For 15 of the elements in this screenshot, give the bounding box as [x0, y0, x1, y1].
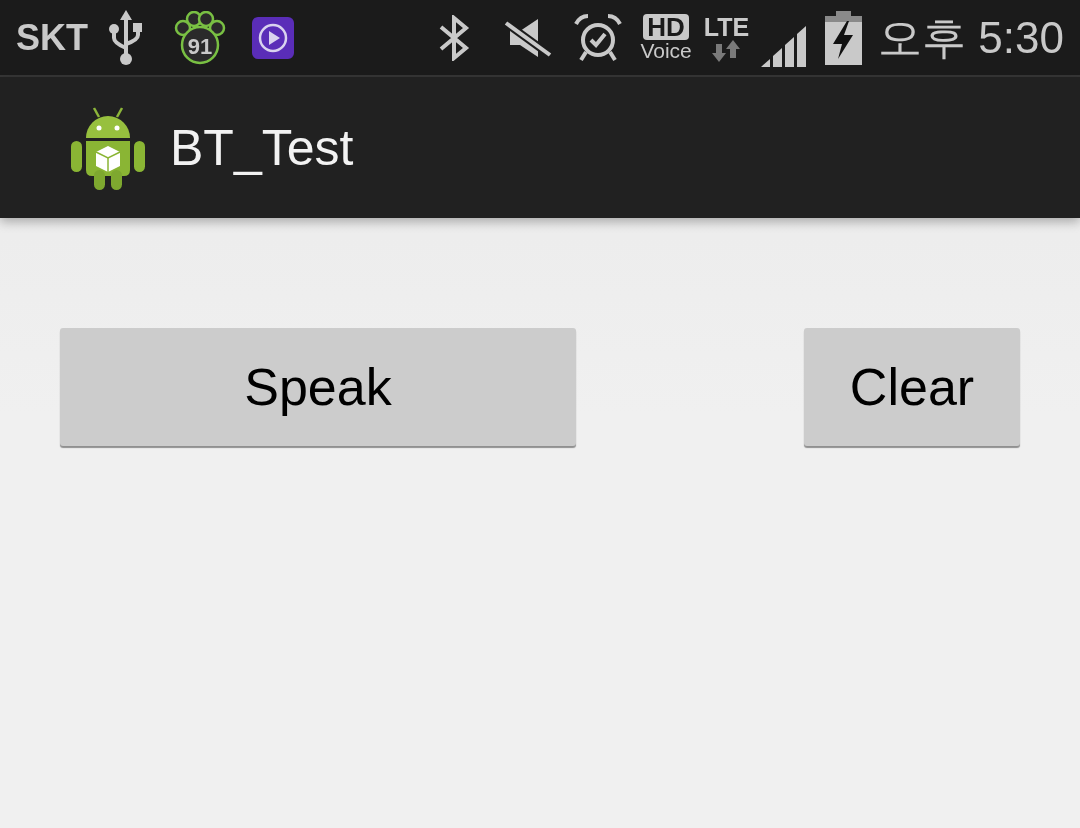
network-type-label: LTE	[703, 13, 750, 40]
charging-battery-icon	[825, 10, 863, 65]
hd-indicator: HD	[643, 13, 689, 40]
play-icon	[252, 16, 294, 59]
data-arrows-icon	[711, 39, 742, 62]
carrier-name: SKT	[16, 19, 88, 56]
android-robot-icon[interactable]	[70, 105, 146, 190]
app-title: BT_Test	[170, 122, 354, 173]
clear-button[interactable]: Clear	[804, 328, 1020, 446]
clock-time: 오후 5:30	[878, 15, 1064, 60]
usb-icon	[108, 9, 144, 66]
speak-button[interactable]: Speak	[60, 328, 576, 446]
muted-speaker-icon	[504, 16, 553, 59]
alarm-clock-icon	[574, 13, 623, 62]
voice-label: Voice	[640, 39, 692, 62]
